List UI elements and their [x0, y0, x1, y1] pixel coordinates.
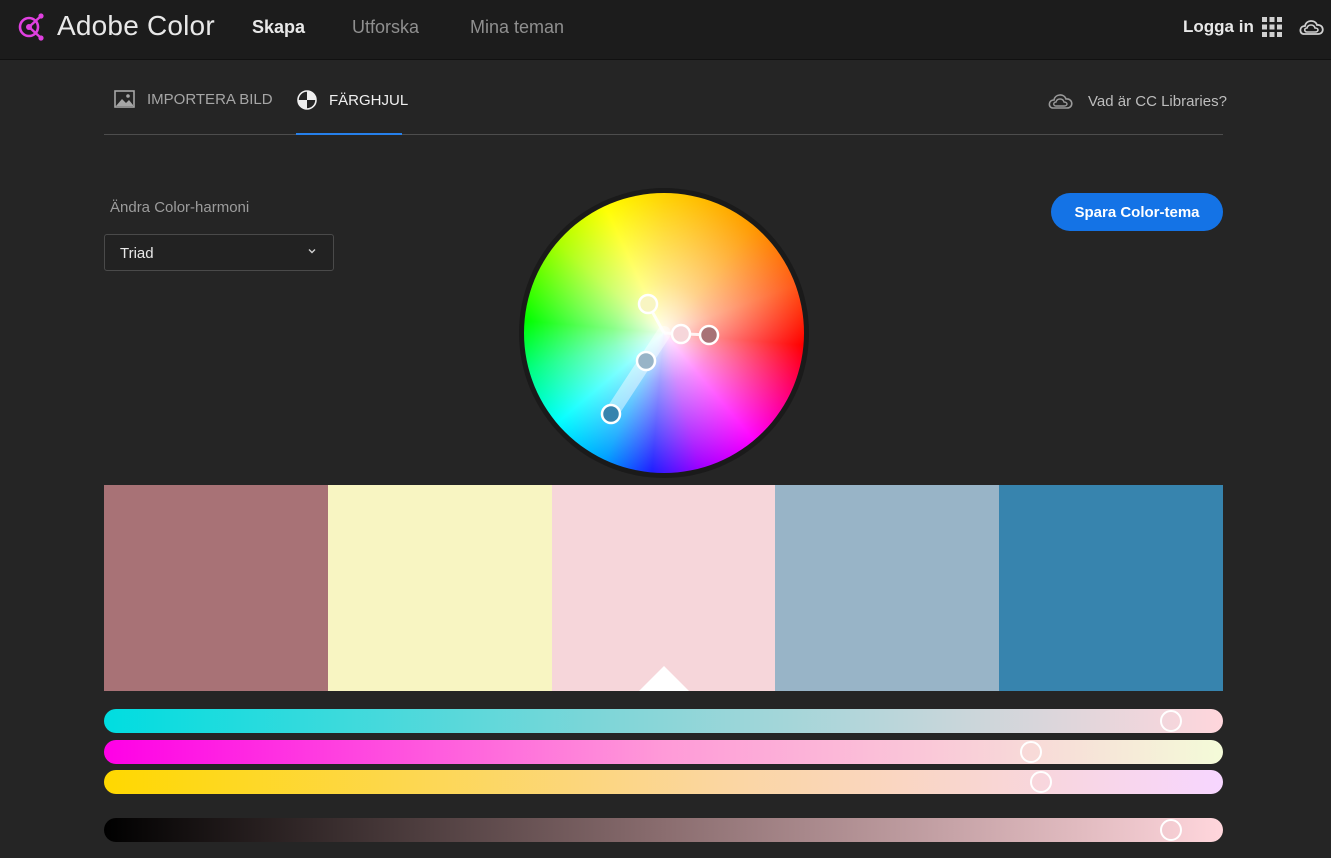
creative-cloud-icon [1048, 94, 1073, 109]
harmony-dropdown[interactable]: Triad [104, 234, 334, 271]
magenta-slider[interactable] [104, 740, 1223, 764]
tab-farghjul[interactable]: FÄRGHJUL [297, 90, 408, 110]
black-slider-knob[interactable] [1160, 819, 1182, 841]
black-slider[interactable] [104, 818, 1223, 842]
wheel-handle-4[interactable] [635, 350, 657, 372]
save-color-theme-button[interactable]: Spara Color-tema [1051, 193, 1223, 231]
harmony-label: Ändra Color-harmoni [110, 199, 250, 216]
tab-importera-bild[interactable]: IMPORTERA BILD [114, 90, 273, 108]
cc-libraries-label: Vad är CC Libraries? [1088, 92, 1227, 110]
nav-mina-teman[interactable]: Mina teman [470, 17, 564, 38]
wheel-handle-3[interactable] [698, 324, 720, 346]
creative-cloud-icon[interactable] [1298, 15, 1326, 39]
brand-title[interactable]: Adobe Color [57, 10, 215, 42]
tab-importera-bild-label: IMPORTERA BILD [147, 90, 273, 108]
tab-active-indicator [296, 133, 402, 135]
swatch-5[interactable] [999, 485, 1223, 691]
nav-skapa[interactable]: Skapa [252, 17, 305, 38]
tab-farghjul-label: FÄRGHJUL [329, 91, 409, 109]
color-wheel[interactable] [519, 188, 809, 478]
cyan-slider[interactable] [104, 709, 1223, 733]
swatch-4[interactable] [775, 485, 1000, 691]
wheel-handle-2[interactable] [670, 323, 692, 345]
yellow-slider-knob[interactable] [1030, 771, 1052, 793]
harmony-selected-value: Triad [120, 245, 154, 262]
chevron-down-icon [308, 249, 316, 254]
swatch-3[interactable] [551, 485, 776, 691]
yellow-slider[interactable] [104, 770, 1223, 794]
wheel-handle-1[interactable] [637, 293, 659, 315]
tab-divider [104, 134, 1223, 135]
cc-libraries-link[interactable]: Vad är CC Libraries? [1047, 90, 1227, 112]
swatch-1[interactable] [104, 485, 328, 691]
login-link[interactable]: Logga in [1183, 17, 1254, 37]
image-icon [114, 90, 135, 108]
adobe-color-logo-icon[interactable] [17, 13, 45, 41]
swatch-2[interactable] [327, 485, 552, 691]
color-swatches [104, 485, 1223, 691]
nav-utforska[interactable]: Utforska [352, 17, 419, 38]
cyan-slider-knob[interactable] [1160, 710, 1182, 732]
color-wheel-icon [297, 90, 317, 110]
magenta-slider-knob[interactable] [1020, 741, 1042, 763]
selected-swatch-marker [639, 666, 689, 691]
apps-grid-icon[interactable] [1262, 17, 1282, 37]
color-wheel-handles [600, 293, 720, 425]
top-bar: Adobe Color Skapa Utforska Mina teman Lo… [0, 0, 1331, 60]
wheel-handle-5[interactable] [600, 403, 622, 425]
